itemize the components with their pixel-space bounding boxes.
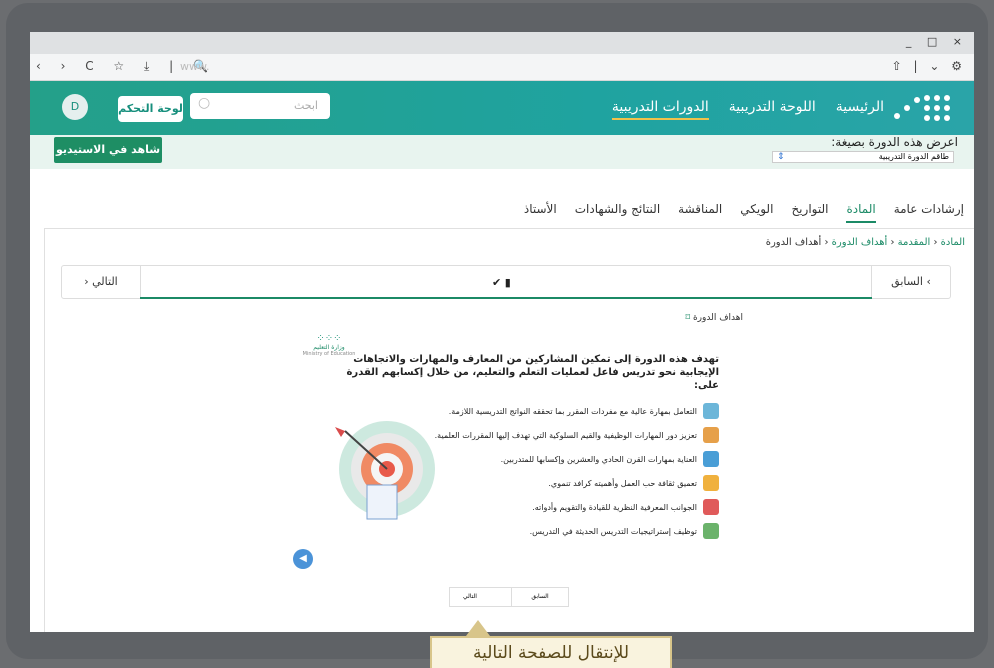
main-menu: الرئيسية اللوحة التدريبية الدورات التدري… <box>611 99 884 120</box>
tab-instructor[interactable]: الأستاذ <box>524 202 557 223</box>
previous-button[interactable]: › السابق <box>871 266 950 298</box>
objective-text: تعزيز دور المهارات الوظيفية والقيم السلو… <box>434 430 697 440</box>
next-button[interactable]: التالي ‹ <box>62 266 141 298</box>
tab-progress[interactable]: النتائج والشهادات <box>575 202 660 223</box>
title-bar: _ □ × <box>30 32 974 54</box>
ministry-name: وزارة التعليم <box>313 344 345 351</box>
menu-home[interactable]: الرئيسية <box>836 99 884 120</box>
list-item: العناية بمهارات القرن الحادي والعشرين وإ… <box>435 447 719 471</box>
tab-discussion[interactable]: المناقشة <box>678 202 722 223</box>
unit-status-icons[interactable]: ✔ ▮ <box>492 276 511 289</box>
slide-pager: السابق التالي <box>449 587 569 607</box>
breadcrumb-level2[interactable]: أهداف الدورة <box>832 237 888 248</box>
select-arrows-icon: ⇕ <box>777 152 785 162</box>
search-icon[interactable]: ○ <box>198 95 210 111</box>
list-item: تعزيز دور المهارات الوظيفية والقيم السلو… <box>435 423 719 447</box>
address-bar: ‹ › C ☆ ⤓ | 🔍 www. ⇧ | ⌄ ⚙ <box>30 54 974 81</box>
target-illustration <box>335 421 435 520</box>
slide-title: اهداف الدورة ⌑ <box>685 313 743 323</box>
url-field[interactable]: www. <box>180 60 209 73</box>
list-item: تعميق ثقافة حب العمل وأهميته كرافد تنموي… <box>435 471 719 495</box>
list-item: الجوانب المعرفية النظرية للقيادة والتقوي… <box>435 495 719 519</box>
avatar[interactable]: D <box>62 94 88 120</box>
tab-general[interactable]: إرشادات عامة <box>894 202 964 223</box>
objective-text: العناية بمهارات القرن الحادي والعشرين وإ… <box>500 454 697 464</box>
slide: اهداف الدورة ⌑ ⁘⁘⁘ وزارة التعليم Ministr… <box>289 313 743 579</box>
view-as-value: طاقم الدورة التدريبية <box>878 152 949 161</box>
teacher-icon <box>703 523 719 539</box>
breadcrumb-level1[interactable]: المقدمة <box>898 237 931 248</box>
speaker-icon[interactable]: ◀ <box>293 549 313 569</box>
breadcrumb-current: أهداف الدورة <box>765 237 822 248</box>
objectives-list: التعامل بمهارة عالية مع مفردات المقرر بم… <box>435 399 719 543</box>
tab-course[interactable]: المادة <box>846 202 876 223</box>
tab-wiki[interactable]: الويكي <box>740 202 773 223</box>
callout-next-page: للإنتقال للصفحة التالية <box>430 636 672 668</box>
progress-underline <box>140 297 872 299</box>
site-header: الرئيسية اللوحة التدريبية الدورات التدري… <box>30 81 974 135</box>
objective-text: الجوانب المعرفية النظرية للقيادة والتقوي… <box>532 502 697 512</box>
objective-text: التعامل بمهارة عالية مع مفردات المقرر بم… <box>448 406 697 416</box>
chevron-right-icon: › <box>922 275 931 288</box>
unit-navigation: › السابق ✔ ▮ التالي ‹ <box>61 265 951 299</box>
studio-button[interactable]: شاهد في الاستيديو <box>54 137 162 163</box>
search-placeholder: ابحث <box>293 99 318 112</box>
gear-icon <box>703 451 719 467</box>
breadcrumb-root[interactable]: المادة <box>941 237 965 248</box>
certificate-icon <box>703 403 719 419</box>
view-bar: اعرض هذه الدورة بصيغة: طاقم الدورة التدر… <box>30 135 974 169</box>
window-controls[interactable]: _ □ × <box>906 35 968 48</box>
next-label: التالي <box>92 275 118 288</box>
growth-icon <box>703 475 719 491</box>
course-content: المادة ‹ المقدمة ‹ أهداف الدورة ‹ أهداف … <box>44 228 974 632</box>
dashboard-button[interactable]: لوحة التحكم <box>118 96 183 122</box>
course-tabs: إرشادات عامة المادة التواريخ الويكي المن… <box>30 196 974 223</box>
list-item: التعامل بمهارة عالية مع مفردات المقرر بم… <box>435 399 719 423</box>
logo-icon <box>894 95 950 121</box>
search-input[interactable]: ابحث ○ <box>190 93 330 119</box>
menu-courses[interactable]: الدورات التدريبية <box>611 99 709 120</box>
ministry-logo-icon: ⁘⁘⁘ <box>316 333 342 344</box>
browser-window: _ □ × ‹ › C ☆ ⤓ | 🔍 www. ⇧ | ⌄ ⚙ الرئيسي… <box>30 32 974 632</box>
breadcrumb: المادة ‹ المقدمة ‹ أهداف الدورة ‹ أهداف … <box>765 237 965 248</box>
view-as-select[interactable]: طاقم الدورة التدريبية ⇕ <box>772 151 954 163</box>
list-item: توظيف إستراتيجيات التدريس الحديثة في الت… <box>435 519 719 543</box>
chevron-left-icon: ‹ <box>84 275 93 288</box>
browser-actions[interactable]: ⇧ | ⌄ ⚙ <box>892 59 966 73</box>
slide-next-button[interactable]: التالي <box>450 588 490 606</box>
objective-text: تعميق ثقافة حب العمل وأهميته كرافد تنموي… <box>548 478 697 488</box>
callout-pointer <box>466 620 490 636</box>
books-icon <box>703 499 719 515</box>
slide-title-text: اهداف الدورة <box>692 313 743 323</box>
bookmark-icon[interactable]: ⌑ <box>685 313 690 323</box>
slide-lead: تهدف هذه الدورة إلى تمكين المشاركين من ا… <box>346 354 719 391</box>
previous-label: السابق <box>891 275 923 288</box>
objective-text: توظيف إستراتيجيات التدريس الحديثة في الت… <box>529 526 697 536</box>
tab-dates[interactable]: التواريخ <box>791 202 828 223</box>
puzzle-icon <box>703 427 719 443</box>
slide-prev-button[interactable]: السابق <box>511 588 568 606</box>
view-as-label: اعرض هذه الدورة بصيغة: <box>831 135 958 149</box>
menu-dashboard[interactable]: اللوحة التدريبية <box>729 99 816 120</box>
